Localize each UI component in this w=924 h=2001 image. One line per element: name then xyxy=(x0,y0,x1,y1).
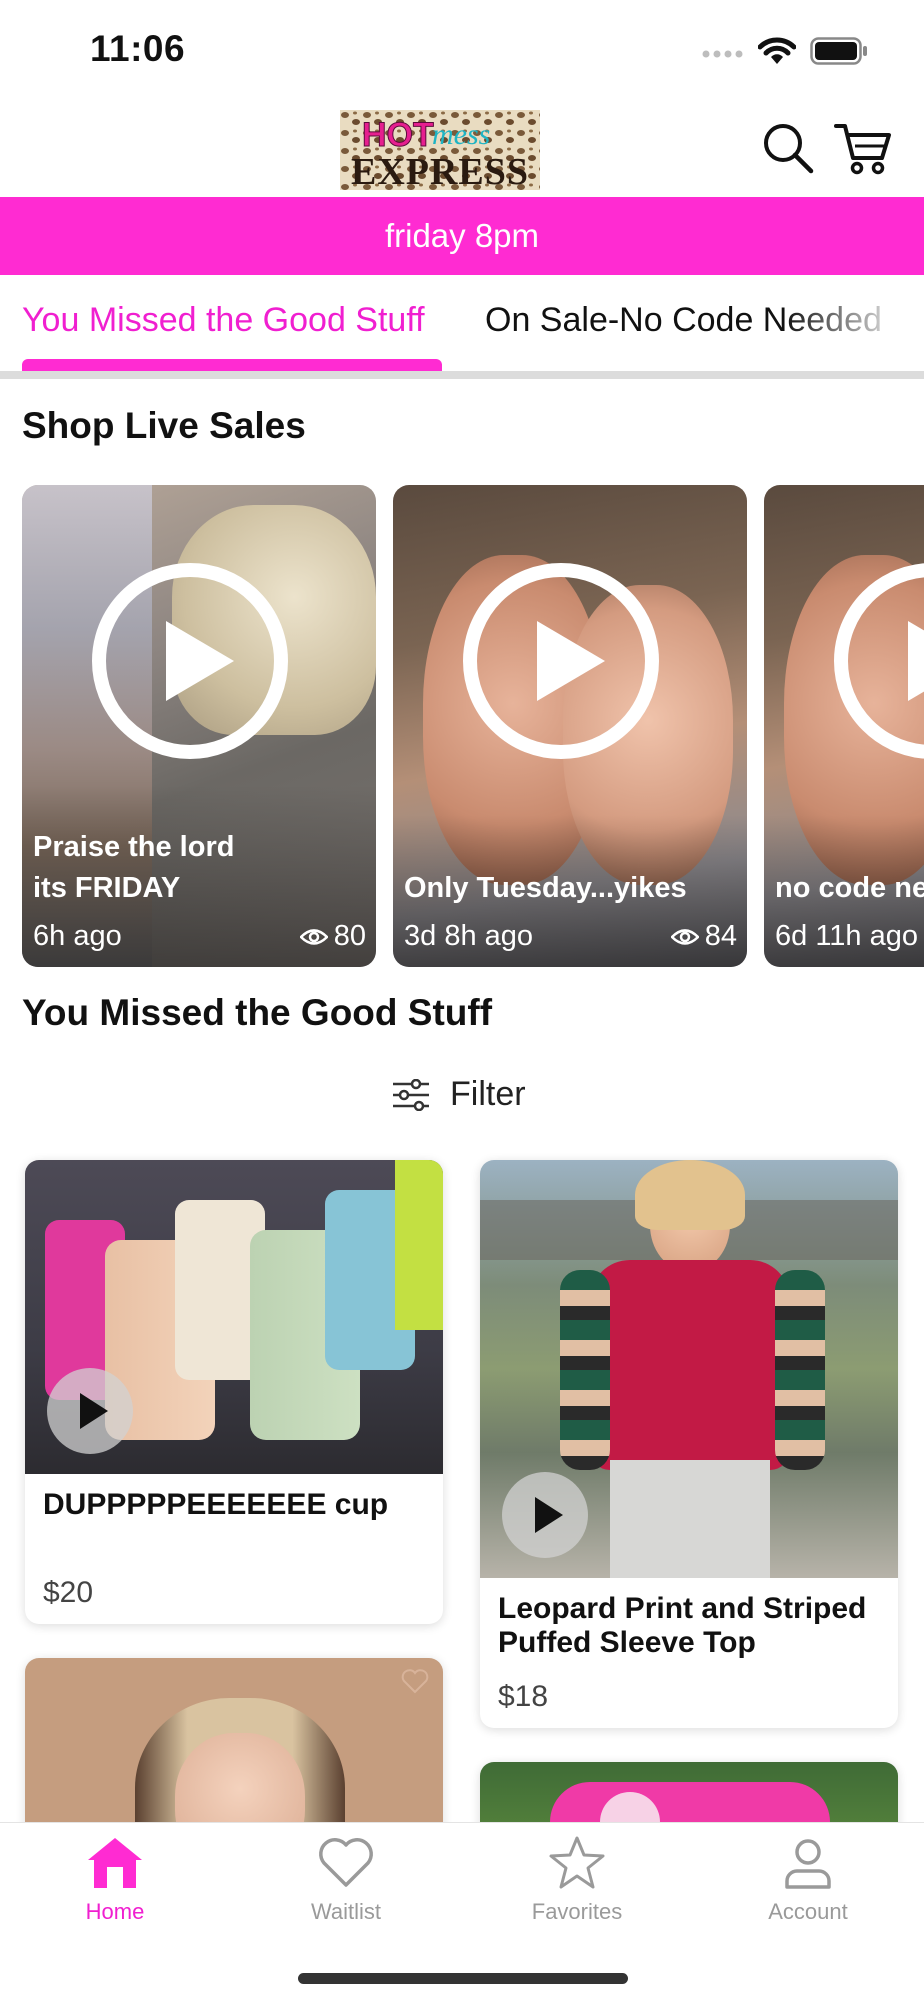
live-card-title: Only Tuesday...yikes xyxy=(404,872,687,904)
nav-label-home: Home xyxy=(85,1899,145,1924)
nav-label-waitlist: Waitlist xyxy=(310,1899,382,1924)
filter-label: Filter xyxy=(450,1075,526,1113)
tabs-fade xyxy=(784,275,924,365)
active-tab-indicator xyxy=(22,359,442,371)
play-icon xyxy=(463,563,659,759)
product-name-line2: Puffed Sleeve Top xyxy=(498,1626,756,1659)
nav-favorites[interactable]: Favorites xyxy=(497,1835,657,1925)
live-sale-card[interactable]: no code ne 6d 11h ago xyxy=(764,485,924,967)
live-section-title: Shop Live Sales xyxy=(22,405,306,446)
nav-label-account: Account xyxy=(768,1899,848,1924)
play-icon xyxy=(92,563,288,759)
live-sale-card[interactable]: Praise the lord its FRIDAY 6h ago 80 xyxy=(22,485,376,967)
product-card[interactable]: DUPPPPPEEEEEEE cup $20 xyxy=(25,1160,443,1624)
heart-icon[interactable] xyxy=(401,1668,429,1694)
video-play-icon[interactable] xyxy=(502,1472,588,1558)
product-price: $18 xyxy=(498,1680,549,1713)
account-icon xyxy=(785,1839,831,1889)
product-name: DUPPPPPEEEEEEE cup xyxy=(43,1488,389,1521)
live-card-views: 84 xyxy=(670,920,737,953)
home-icon xyxy=(88,1838,142,1888)
eye-icon xyxy=(670,928,699,945)
wifi-icon xyxy=(758,37,796,64)
status-time: 11:06 xyxy=(90,28,186,69)
logo-text-hot: HOT xyxy=(362,116,434,154)
nav-label-favorites: Favorites xyxy=(531,1899,623,1924)
announcement-banner: friday 8pm xyxy=(0,197,924,275)
nav-account[interactable]: Account xyxy=(728,1835,888,1925)
product-card[interactable]: Leopard Print and Striped Puffed Sleeve … xyxy=(480,1160,898,1728)
live-card-time: 3d 8h ago xyxy=(404,920,534,952)
battery-icon xyxy=(810,37,867,65)
nav-waitlist[interactable]: Waitlist xyxy=(266,1835,426,1925)
live-card-title: Praise the lord xyxy=(33,831,235,863)
product-name: Leopard Print and Striped xyxy=(498,1592,867,1625)
category-tabs: You Missed the Good Stuff On Sale-No Cod… xyxy=(0,275,924,375)
cart-icon[interactable] xyxy=(834,122,892,175)
brand-logo[interactable]: HOT mess EXPRESS xyxy=(340,110,540,193)
products-section-title: You Missed the Good Stuff xyxy=(22,992,493,1033)
star-icon xyxy=(549,1836,605,1889)
eye-icon xyxy=(299,928,328,945)
tabs-divider xyxy=(0,371,924,379)
nav-home[interactable]: Home xyxy=(35,1835,195,1925)
heart-icon xyxy=(319,1838,373,1887)
logo-text-express: EXPRESS xyxy=(351,151,529,190)
status-icons xyxy=(702,36,868,66)
live-sale-card[interactable]: Only Tuesday...yikes 3d 8h ago 84 xyxy=(393,485,747,967)
live-card-time: 6d 11h ago xyxy=(775,920,918,952)
live-card-title-line2: its FRIDAY xyxy=(33,872,181,904)
signal-icon xyxy=(702,50,743,58)
banner-text: friday 8pm xyxy=(384,217,540,254)
logo-text-mess: mess xyxy=(432,118,490,151)
live-card-view-count: 84 xyxy=(704,920,737,952)
live-card-title: no code ne xyxy=(775,872,924,904)
video-play-icon[interactable] xyxy=(47,1368,133,1454)
filter-button[interactable]: Filter xyxy=(392,1075,526,1114)
tab-you-missed-the-good-stuff[interactable]: You Missed the Good Stuff xyxy=(22,301,425,340)
live-card-views: 80 xyxy=(299,920,366,953)
live-card-view-count: 80 xyxy=(333,920,366,952)
live-card-time: 6h ago xyxy=(33,920,122,952)
product-price: $20 xyxy=(43,1576,94,1609)
home-indicator xyxy=(298,1973,628,1984)
filter-icon xyxy=(393,1078,429,1111)
search-icon[interactable] xyxy=(762,122,814,174)
